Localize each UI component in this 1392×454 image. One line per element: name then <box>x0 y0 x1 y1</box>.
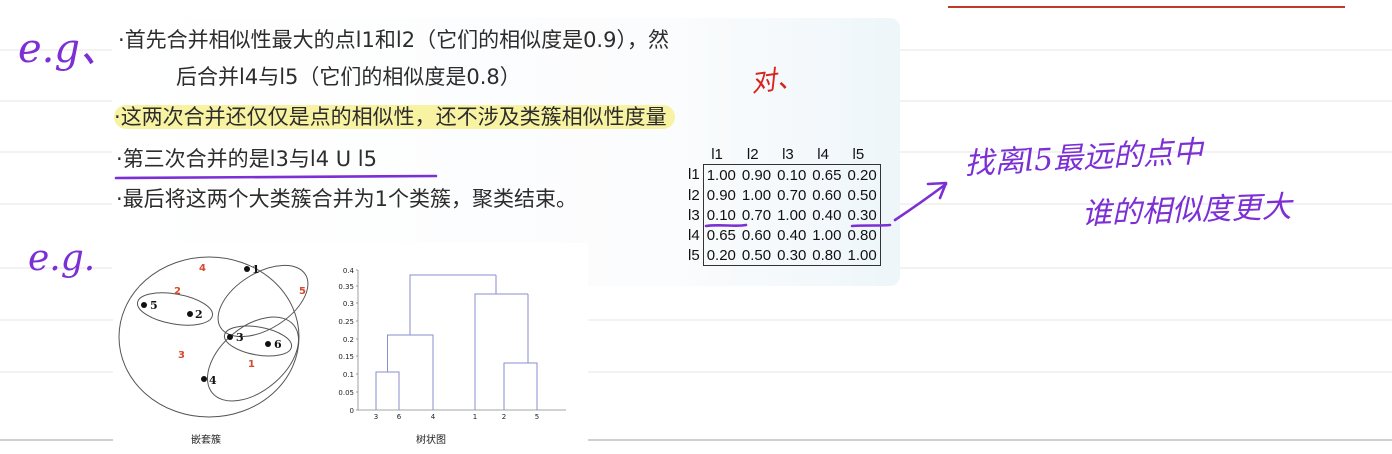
table-cell: 0.90 <box>738 164 775 185</box>
table-cell: 1.00 <box>812 226 842 244</box>
merge-order-label: 3 <box>178 350 185 361</box>
bullet-text: 最后将这两个大类簇合并为1个类簇，聚类结束。 <box>122 187 578 211</box>
table-cell: 0.70 <box>777 186 807 204</box>
table-cell: 0.50 <box>738 245 775 266</box>
row-header: l2 <box>688 186 700 204</box>
bullet-text: 第三次合并的是l3与l4 U l5 <box>122 147 377 171</box>
table-header-row: l1 l2 l3 l4 l5 <box>685 144 880 165</box>
bullet-1-continued: 后合并l4与l5（它们的相似度是0.8） <box>176 63 521 91</box>
table-row: l2 0.90 1.00 0.70 0.60 0.50 <box>685 185 881 205</box>
table-row: l3 0.10 0.70 1.00 0.40 0.30 <box>685 205 881 225</box>
bullet-text: 首先合并相似性最大的点l1和l2（它们的相似度是0.9），然 <box>124 28 669 52</box>
table-cell: 0.20 <box>702 245 739 266</box>
table-cell: 0.50 <box>844 185 881 205</box>
nested-clusters-diagram: 1 2 3 4 5 6 1 2 3 4 5 <box>118 256 309 418</box>
y-tick-label: 0.4 <box>343 267 355 275</box>
point-label: 1 <box>252 263 260 276</box>
dendrogram-caption: 树状图 <box>416 435 446 446</box>
table-cell: 0.80 <box>809 245 845 266</box>
table-cell: 1.00 <box>741 186 772 204</box>
point-5 <box>141 302 147 308</box>
table-cell: 1.00 <box>777 206 807 224</box>
x-leaf-label: 5 <box>535 413 539 421</box>
table-row: l5 0.20 0.50 0.30 0.80 1.00 <box>685 245 881 266</box>
point-label: 5 <box>150 299 158 312</box>
bullet-3: ·第三次合并的是l3与l4 U l5 <box>116 145 377 173</box>
point-label: 6 <box>274 338 282 351</box>
bullet-1: ·首先合并相似性最大的点l1和l2（它们的相似度是0.9），然 <box>118 26 669 54</box>
column-header: l3 <box>782 145 794 163</box>
table-row: l1 1.00 0.90 0.10 0.65 0.20 <box>685 164 881 185</box>
table-cell: 0.10 <box>702 205 739 225</box>
bullet-text: 后合并l4与l5（它们的相似度是0.8） <box>176 65 521 89</box>
table-cell: 1.00 <box>844 245 881 266</box>
dendrogram-chart: 0 0.05 0.1 0.15 0.2 0.25 0.3 0.35 0.4 3 … <box>338 267 566 421</box>
point-2 <box>187 311 193 317</box>
x-leaf-label: 2 <box>502 413 506 421</box>
y-tick-label: 0.15 <box>338 353 354 361</box>
bullet-4: ·最后将这两个大类簇合并为1个类簇，聚类结束。 <box>116 185 577 213</box>
y-tick-label: 0.2 <box>343 336 354 344</box>
bullet-dot: · <box>116 187 123 211</box>
table-cell: 0.40 <box>777 226 807 244</box>
column-header: l4 <box>817 145 829 163</box>
table-cell: 0.65 <box>809 164 845 185</box>
merge-order-label: 5 <box>299 286 306 297</box>
bullet-2: ·这两次合并还仅仅是点的相似性，还不涉及类簇相似性度量 <box>114 103 675 131</box>
table-row: l4 0.65 0.60 0.40 1.00 0.80 <box>685 225 881 245</box>
table-cell: 0.60 <box>812 186 842 204</box>
highlighted-text: ·这两次合并还仅仅是点的相似性，还不涉及类簇相似性度量 <box>114 105 675 129</box>
y-tick-label: 0.3 <box>343 300 354 308</box>
point-3 <box>227 334 233 340</box>
y-tick-label: 0.1 <box>343 371 354 379</box>
row-header: l4 <box>688 226 700 244</box>
table-cell: 0.40 <box>812 206 842 224</box>
table-cell: 0.20 <box>844 164 881 185</box>
bullet-dot: · <box>118 28 125 52</box>
table-cell: 0.70 <box>741 206 772 224</box>
y-tick-label: 0.35 <box>338 283 354 291</box>
similarity-matrix-table: l1 l2 l3 l4 l5 l1 1.00 0.90 0.10 0.65 0.… <box>685 144 881 266</box>
y-tick-label: 0.25 <box>338 318 354 326</box>
bullet-text: 这两次合并还仅仅是点的相似性，还不涉及类簇相似性度量 <box>120 105 667 129</box>
merge-order-label: 4 <box>199 263 206 274</box>
bullet-dot: · <box>116 147 123 171</box>
table-cell: 0.10 <box>774 164 810 185</box>
x-leaf-label: 3 <box>374 413 378 421</box>
column-header: l2 <box>746 145 759 163</box>
row-header: l3 <box>688 206 700 224</box>
point-label: 3 <box>236 331 244 344</box>
bullet-dot: · <box>114 105 121 129</box>
point-1 <box>244 266 250 272</box>
table-cell: 0.80 <box>844 225 881 245</box>
table-cell: 0.30 <box>774 245 810 266</box>
x-leaf-label: 6 <box>397 413 402 421</box>
table-cell: 0.65 <box>702 225 739 245</box>
point-label: 2 <box>195 308 203 321</box>
point-4 <box>201 376 207 382</box>
row-header: l5 <box>688 246 700 264</box>
x-leaf-label: 1 <box>473 413 477 421</box>
row-header: l1 <box>688 166 700 184</box>
y-tick-label: 0 <box>350 407 354 415</box>
column-header: l1 <box>711 145 723 163</box>
merge-order-label: 2 <box>174 286 181 297</box>
merge-order-label: 1 <box>248 359 255 370</box>
table-cell: 1.00 <box>702 164 739 185</box>
figure-panel: 1 2 3 4 5 6 1 2 3 4 5 嵌套簇 0 0.05 0.1 0.1… <box>113 243 588 450</box>
table-cell: 0.90 <box>702 185 739 205</box>
nested-clusters-caption: 嵌套簇 <box>191 435 221 446</box>
point-label: 4 <box>209 374 217 387</box>
y-tick-label: 0.05 <box>338 389 354 397</box>
point-6 <box>265 341 271 347</box>
table-cell: 0.60 <box>741 226 772 244</box>
x-leaf-label: 4 <box>431 413 436 421</box>
table-cell: 0.30 <box>844 205 881 225</box>
column-header: l5 <box>852 145 865 163</box>
